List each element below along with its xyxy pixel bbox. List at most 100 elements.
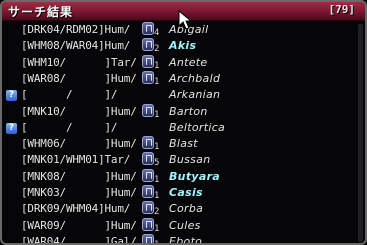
job-levels: [DRK09/WHM04] — [21, 202, 105, 216]
result-row[interactable]: [WHM08/WAR04]Hum/2 Akis — [2, 38, 357, 55]
separator: / — [130, 218, 137, 232]
job-levels: [ / ] — [21, 120, 111, 134]
job-race-text: [WHM10/ ]Tar/ — [21, 56, 137, 69]
linkshell-icon — [142, 103, 154, 117]
result-row[interactable]: [WHM06/ ]Hum/1 Blast — [2, 136, 357, 153]
linkshell-icon — [142, 22, 154, 35]
linkshell-icon — [142, 233, 154, 243]
job-levels: [ / ] — [21, 88, 111, 102]
linkshell-count: 1 — [154, 191, 160, 201]
player-name: Beltortica — [169, 120, 226, 134]
race: Hum — [110, 137, 131, 151]
result-row[interactable]: [MNK01/WHM01]Tar/5 Bussan — [2, 152, 357, 169]
player-name: Bussan — [169, 153, 211, 167]
linkshell-icon — [142, 38, 154, 52]
scrollbar[interactable] — [358, 24, 363, 242]
separator: / — [110, 88, 118, 102]
separator: / — [123, 202, 131, 216]
linkshell-count: 5 — [154, 158, 160, 169]
job-race-text: [WAR08/ ]Hum/ — [21, 72, 137, 85]
job-levels: [WHM10/ ] — [21, 55, 111, 69]
result-row[interactable]: [MNK10/ ]Hum/1 Barton — [2, 103, 357, 121]
separator: / — [123, 23, 131, 36]
player-name: Antete — [169, 55, 208, 69]
job-levels: [WHM06/ ] — [21, 137, 111, 151]
pointer-cursor-icon — [178, 10, 193, 30]
race: Tar — [104, 153, 124, 167]
result-row[interactable]: [MNK08/ ]Hum/1 Butyara — [2, 168, 357, 186]
linkshell-count: 2 — [154, 207, 160, 218]
job-levels: [WAR09/ ] — [21, 218, 111, 232]
separator: / — [130, 169, 137, 183]
linkshell-icon — [142, 136, 154, 150]
result-row[interactable]: [MNK03/ ]Hum/1 Casis — [2, 185, 357, 202]
player-name: Barton — [169, 104, 208, 118]
separator: / — [110, 120, 118, 134]
linkshell-count: 1 — [154, 142, 160, 153]
job-race-text: [DRK09/WHM04]Hum/ — [21, 202, 130, 215]
job-race-text: [MNK03/ ]Hum/ — [21, 186, 137, 199]
job-levels: [WAR04/ ] — [21, 234, 111, 245]
linkshell-count: 1 — [154, 60, 160, 71]
result-row[interactable]: [WAR08/ ]Hum/1 Archbald — [2, 70, 357, 88]
linkshell-count: 4 — [154, 28, 160, 38]
race: Gal — [110, 234, 131, 245]
separator: / — [130, 104, 137, 118]
separator: / — [130, 234, 137, 245]
linkshell-count: 1 — [154, 109, 160, 120]
player-name: Archbald — [169, 71, 221, 85]
result-row[interactable]: [DRK09/WHM04]Hum/2 Corba — [2, 201, 357, 218]
window-title: サーチ結果 — [8, 5, 74, 19]
linkshell-icon — [142, 168, 154, 182]
race: Hum — [104, 23, 124, 36]
job-levels: [WAR08/ ] — [21, 71, 111, 85]
race: Hum — [110, 104, 131, 118]
linkshell-icon — [142, 152, 154, 166]
search-results-window: サーチ結果 [79] [DRK04/RDM02]Hum/4 Abigail [WHM… — [0, 0, 367, 245]
race: Hum — [110, 169, 131, 183]
linkshell-count: 1 — [154, 76, 160, 87]
separator: / — [130, 186, 137, 199]
result-row[interactable]: ? [ / ]/ Arkanian — [2, 87, 357, 104]
separator: / — [130, 55, 137, 69]
player-name: Butyara — [169, 169, 221, 183]
race: Hum — [104, 202, 124, 216]
player-name: Eboto — [169, 234, 203, 245]
player-name: Corba — [169, 202, 204, 216]
job-levels: [WHM08/WAR04] — [21, 39, 105, 53]
result-row[interactable]: [WAR04/ ]Gal/1 Eboto — [2, 233, 357, 245]
result-row[interactable]: ? [ / ]/ Beltortica — [2, 120, 357, 137]
result-row[interactable]: [WHM10/ ]Tar/1 Antete — [2, 54, 357, 72]
job-race-text: [MNK08/ ]Hum/ — [21, 170, 137, 183]
job-race-text: [WHM06/ ]Hum/ — [21, 137, 137, 150]
race: Hum — [104, 39, 124, 53]
separator: / — [130, 137, 137, 151]
job-race-text: [ / ]/ — [21, 88, 118, 102]
job-race-text: [WAR09/ ]Hum/ — [21, 219, 137, 232]
linkshell-icon — [142, 54, 154, 68]
job-race-text: [WHM08/WAR04]Hum/ — [21, 39, 130, 52]
separator: / — [130, 71, 137, 85]
linkshell-count: 1 — [154, 174, 160, 185]
linkshell-count: 2 — [154, 44, 160, 55]
result-row[interactable]: [WAR09/ ]Hum/1 Cules — [2, 217, 357, 235]
linkshell-count: 1 — [154, 223, 160, 234]
job-levels: [MNK10/ ] — [21, 104, 111, 118]
race: Hum — [110, 186, 131, 199]
job-race-text: [MNK10/ ]Hum/ — [21, 105, 137, 118]
player-name: Casis — [169, 186, 203, 199]
linkshell-count: 1 — [154, 239, 160, 245]
question-icon: ? — [6, 90, 17, 102]
race: Hum — [110, 71, 131, 85]
job-race-text: [DRK04/RDM02]Hum/ — [21, 23, 130, 36]
linkshell-icon — [142, 217, 154, 231]
race: Hum — [110, 218, 131, 232]
player-name: Blast — [169, 137, 198, 151]
job-race-text: [MNK01/WHM01]Tar/ — [21, 153, 130, 166]
player-name: Cules — [169, 218, 201, 232]
job-levels: [MNK03/ ] — [21, 186, 111, 199]
question-icon: ? — [6, 122, 17, 134]
linkshell-icon — [142, 70, 154, 84]
job-levels: [MNK01/WHM01] — [21, 153, 105, 167]
job-race-text: [WAR04/ ]Gal/ — [21, 234, 137, 245]
